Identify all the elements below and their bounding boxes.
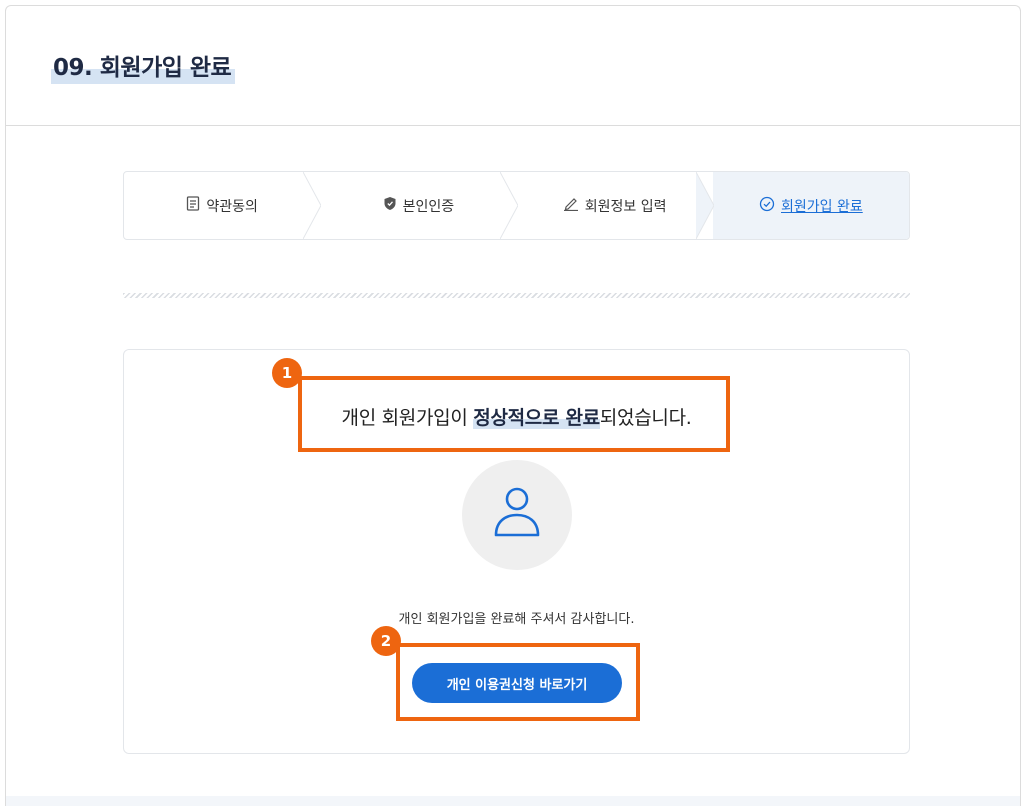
- step-label: 회원정보 입력: [584, 198, 667, 215]
- step-member-info: 회원정보 입력: [517, 172, 714, 239]
- check-circle-icon: [759, 196, 775, 216]
- annotation-badge-2: 2: [371, 626, 401, 656]
- avatar: [462, 460, 572, 570]
- footer-strip: [6, 796, 1020, 806]
- user-icon: [492, 485, 542, 545]
- step-complete: 회원가입 완료: [712, 172, 909, 239]
- annotation-box-2: [396, 643, 640, 721]
- annotation-box-1: [298, 376, 730, 452]
- step-divider: [499, 172, 518, 239]
- shield-icon: [383, 196, 397, 215]
- annotation-badge-1: 1: [272, 358, 302, 388]
- thanks-text: 개인 회원가입을 완료해 주셔서 감사합니다.: [398, 612, 635, 627]
- signup-stepper: 약관동의 본인인증 회원정보 입력 회원가입 완료: [123, 171, 910, 240]
- step-divider: [695, 172, 714, 239]
- page-header: 09. 회원가입 완료: [6, 6, 1020, 126]
- pencil-icon: [563, 196, 579, 215]
- page-frame: 09. 회원가입 완료 약관동의 본인인증 회원정보 입력 회원가입 완료 개인…: [5, 5, 1021, 806]
- step-identity: 본인인증: [320, 172, 518, 239]
- step-label: 약관동의: [206, 198, 258, 215]
- step-terms: 약관동의: [124, 172, 322, 239]
- page-title: 09. 회원가입 완료: [51, 48, 236, 84]
- section-divider: [123, 293, 910, 298]
- step-label: 회원가입 완료: [781, 198, 863, 215]
- step-divider: [303, 172, 322, 239]
- step-label: 본인인증: [402, 198, 455, 215]
- document-icon: [186, 196, 200, 215]
